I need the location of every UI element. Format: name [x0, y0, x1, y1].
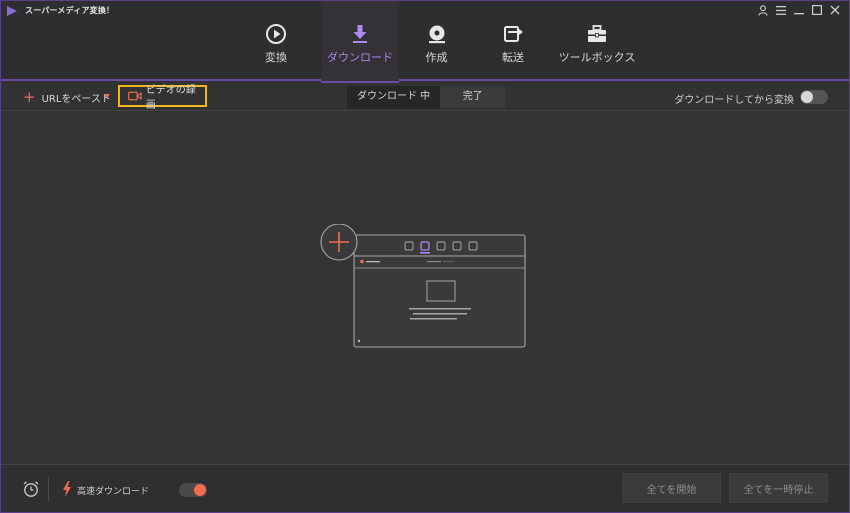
toggle-knob [801, 91, 813, 103]
close-icon[interactable] [827, 3, 843, 17]
tab-convert[interactable]: 変換 [231, 1, 321, 81]
transfer-icon [504, 26, 523, 42]
app-title: スーパーメディア変換！ [25, 6, 115, 15]
header: スーパーメディア変換！ 変換 ダウンロード 作成 転送 ツールボックス [1, 1, 849, 83]
pause-all-button[interactable]: 全てを一時停止 [729, 473, 828, 503]
tab-transfer[interactable]: 転送 [474, 1, 552, 81]
tab-completed[interactable]: 完了 [440, 86, 505, 108]
toolbar: + URLをペースト ビデオの録画 ダウンロード 中 完了 ダウンロードしてから… [1, 83, 849, 111]
toolbox-icon [588, 25, 606, 42]
convert-after-download-toggle[interactable] [800, 90, 828, 104]
app-logo-icon [7, 6, 17, 16]
alarm-clock-icon[interactable] [22, 480, 40, 498]
tab-toolbox-label: ツールボックス [558, 51, 636, 64]
app-window: スーパーメディア変換！ 変換 ダウンロード 作成 転送 ツールボックス + UR… [0, 0, 850, 513]
tab-burn-label: 作成 [425, 51, 448, 64]
bottom-bar: 高速ダウンロード 全てを開始 全てを一時停止 [1, 464, 849, 512]
download-icon [353, 25, 367, 43]
lightning-icon [63, 481, 71, 497]
record-video-label: ビデオの録画 [145, 85, 196, 111]
tab-burn[interactable]: 作成 [399, 1, 474, 81]
paste-url-label: URLをペースト [41, 93, 111, 105]
burn-disc-icon [428, 25, 445, 44]
tab-download[interactable]: ダウンロード [321, 1, 399, 83]
fast-download-toggle[interactable] [179, 483, 207, 497]
account-icon[interactable] [755, 3, 771, 17]
tab-toolbox[interactable]: ツールボックス [552, 1, 642, 81]
paste-url-button[interactable]: + URLをペースト [23, 88, 111, 106]
plus-icon: + [23, 87, 36, 106]
tab-transfer-label: 転送 [502, 51, 524, 64]
convert-after-download-label: ダウンロードしてから変換 [674, 95, 794, 106]
convert-icon [266, 24, 286, 44]
video-camera-icon [128, 91, 142, 101]
toggle-knob [194, 484, 206, 496]
menu-icon[interactable] [773, 3, 789, 17]
maximize-icon[interactable] [809, 3, 825, 17]
download-status-tabs: ダウンロード 中 完了 [347, 86, 506, 108]
window-controls [755, 3, 843, 17]
main-nav: 変換 ダウンロード 作成 転送 ツールボックス [231, 1, 642, 83]
minimize-icon[interactable] [791, 3, 807, 17]
tab-download-label: ダウンロード [327, 51, 393, 64]
divider [48, 477, 49, 501]
fast-download-label: 高速ダウンロード [77, 487, 150, 497]
empty-state-illustration[interactable] [319, 224, 529, 349]
record-video-button[interactable]: ビデオの録画 [118, 85, 207, 111]
paste-dropdown-caret-icon[interactable] [104, 94, 110, 98]
tab-convert-label: 変換 [265, 51, 287, 64]
start-all-button[interactable]: 全てを開始 [622, 473, 721, 503]
download-list-area [1, 112, 849, 464]
tab-downloading[interactable]: ダウンロード 中 [347, 86, 441, 108]
